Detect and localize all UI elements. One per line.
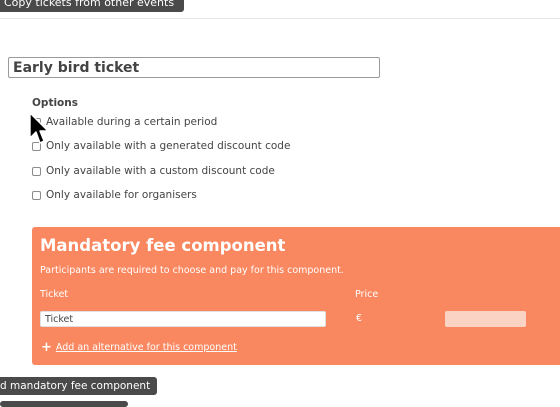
option-custom-discount-label: Only available with a custom discount co… [46, 165, 275, 177]
ticket-column-header: Ticket [40, 289, 69, 300]
plus-icon: + [41, 339, 52, 355]
add-mandatory-fee-label: d mandatory fee component [0, 380, 151, 392]
option-organisers-label: Only available for organisers [46, 189, 197, 201]
next-toolbar-button[interactable] [0, 401, 128, 407]
header-divider [0, 18, 560, 19]
option-generated-discount[interactable]: Only available with a generated discount… [32, 140, 290, 152]
options-heading: Options [32, 97, 78, 109]
ticket-name-input[interactable] [8, 57, 380, 78]
component-price-input[interactable] [445, 311, 526, 327]
option-generated-discount-label: Only available with a generated discount… [46, 140, 291, 152]
component-ticket-input[interactable] [40, 311, 326, 327]
fee-component-description: Participants are required to choose and … [40, 265, 344, 276]
option-custom-discount-checkbox[interactable] [32, 166, 41, 176]
copy-tickets-label: Copy tickets from other events [4, 0, 175, 9]
option-organisers[interactable]: Only available for organisers [32, 189, 197, 201]
price-column-header: Price [355, 289, 379, 300]
add-alternative-link[interactable]: + Add an alternative for this component [41, 339, 237, 355]
option-certain-period-label: Available during a certain period [46, 116, 218, 128]
fee-component-title: Mandatory fee component [40, 236, 286, 255]
add-alternative-label: Add an alternative for this component [55, 342, 237, 353]
option-custom-discount[interactable]: Only available with a custom discount co… [32, 165, 275, 177]
mouse-cursor-icon [29, 112, 49, 144]
copy-tickets-button[interactable]: Copy tickets from other events [0, 0, 185, 12]
add-mandatory-fee-button[interactable]: d mandatory fee component [0, 377, 158, 395]
option-organisers-checkbox[interactable] [32, 190, 41, 200]
currency-symbol: € [356, 313, 363, 324]
mandatory-fee-panel: Mandatory fee component Participants are… [32, 227, 560, 365]
option-certain-period[interactable]: Available during a certain period [32, 116, 217, 128]
